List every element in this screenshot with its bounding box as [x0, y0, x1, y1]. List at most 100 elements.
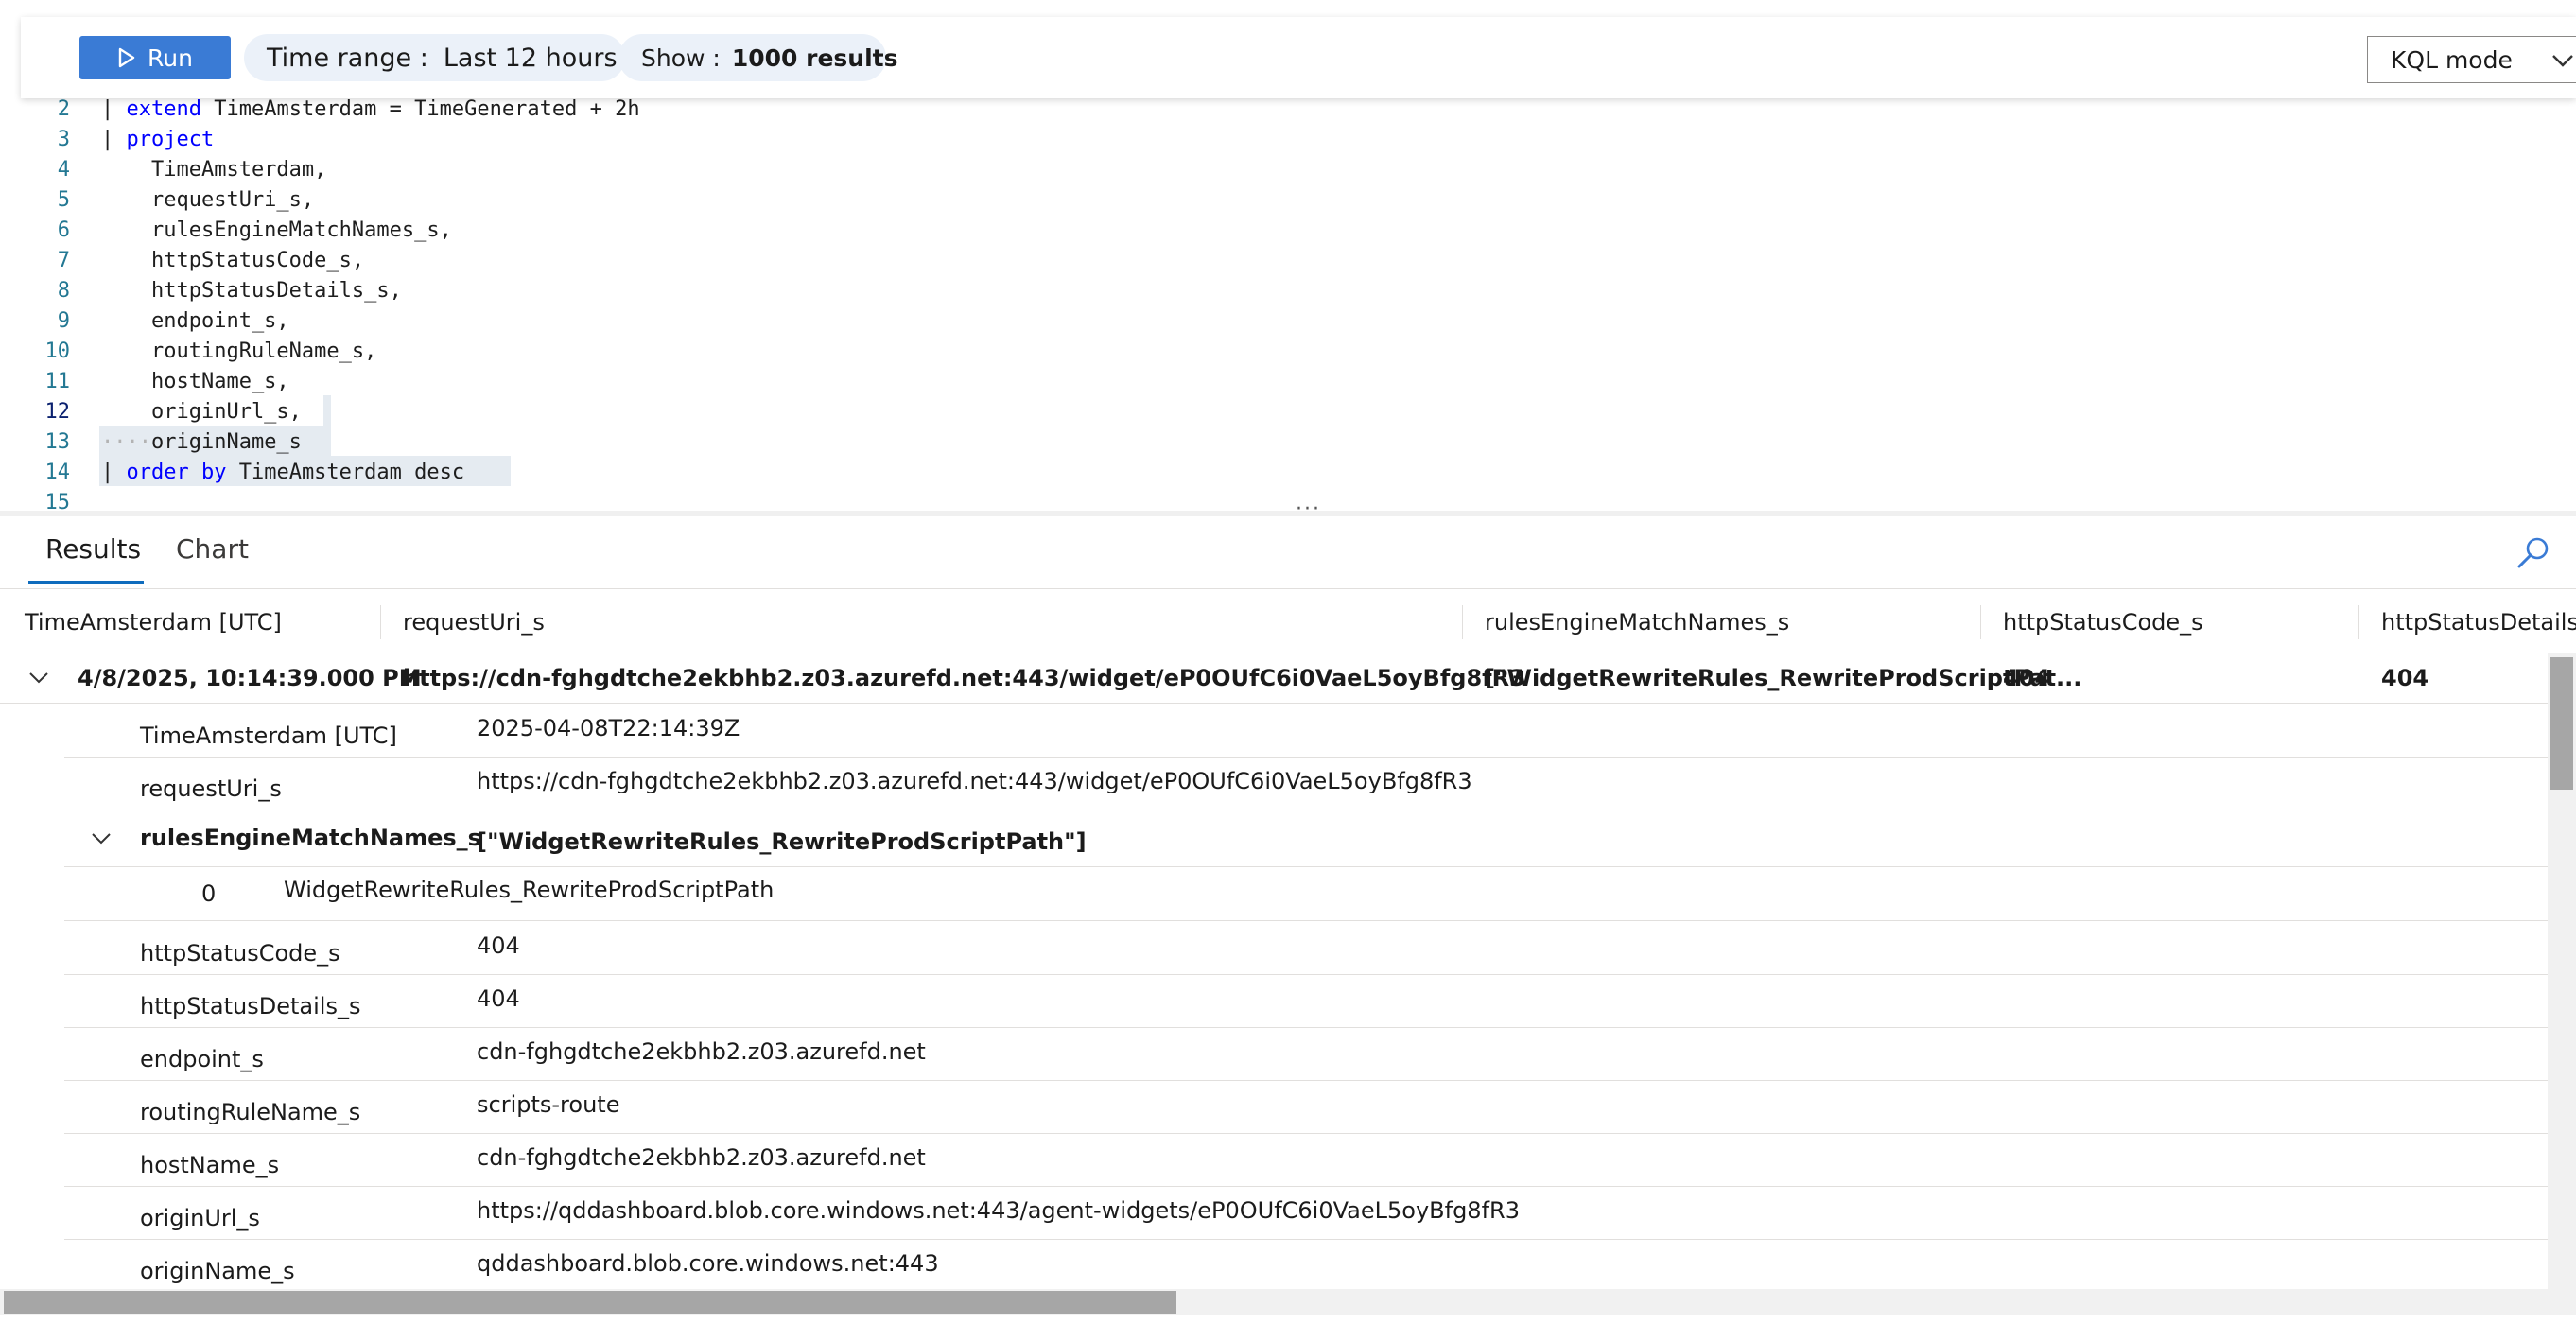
detail-value: https://cdn-fghgdtche2ekbhb2.z03.azurefd… [477, 768, 1472, 794]
code-keyword: extend [126, 98, 201, 121]
detail-key: requestUri_s [140, 775, 282, 802]
vertical-scrollbar[interactable] [2548, 653, 2576, 1289]
code-text: | extend TimeAmsterdam = TimeGenerated +… [101, 98, 640, 125]
code-line[interactable]: 9 endpoint_s, [0, 306, 2576, 337]
detail-row-request-uri: requestUri_s https://cdn-fghgdtche2ekbhb… [64, 757, 2548, 810]
table-row[interactable]: 4/8/2025, 10:14:39.000 PM https://cdn-fg… [0, 653, 2548, 704]
line-number: 3 [57, 128, 70, 151]
cell-request-uri: https://cdn-fghgdtche2ekbhb2.z03.azurefd… [403, 665, 1525, 691]
detail-key: httpStatusDetails_s [140, 993, 361, 1019]
chevron-down-icon[interactable] [91, 832, 112, 845]
line-number: 7 [57, 249, 70, 272]
detail-row-status-code: httpStatusCode_s 404 [64, 921, 2548, 975]
code-line[interactable]: 12 originUrl_s, [0, 397, 2576, 427]
show-value: 1000 results [731, 44, 898, 72]
code-token: | [101, 461, 127, 484]
column-header-rules[interactable]: rulesEngineMatchNames_s [1485, 609, 1789, 636]
line-number: 13 [44, 430, 71, 454]
detail-value: 404 [477, 932, 520, 959]
tab-results[interactable]: Results [45, 533, 141, 565]
detail-key: originUrl_s [140, 1205, 260, 1231]
code-line[interactable]: 13 ····originName_s [0, 427, 2576, 458]
cell-rules: ["WidgetRewriteRules_RewriteProdScriptPa… [1485, 665, 2082, 691]
result-limit-picker[interactable]: Show : 1000 results [618, 34, 897, 81]
query-editor[interactable]: 2 | extend TimeAmsterdam = TimeGenerated … [0, 98, 2576, 511]
cell-status-details: 404 [2381, 665, 2429, 691]
code-line[interactable]: 2 | extend TimeAmsterdam = TimeGenerated … [0, 98, 2576, 125]
code-token: httpStatusDetails_s, [101, 279, 402, 303]
column-divider[interactable] [1980, 605, 1981, 639]
time-range-picker[interactable]: Time range : Last 12 hours [244, 34, 625, 81]
line-number: 5 [57, 188, 70, 212]
show-label: Show : [641, 44, 721, 72]
horizontal-scrollbar[interactable] [0, 1289, 2576, 1315]
detail-value: scripts-route [477, 1091, 620, 1118]
code-line[interactable]: 7 httpStatusCode_s, [0, 246, 2576, 276]
time-range-label: Time range : [267, 43, 428, 73]
column-header-status-details[interactable]: httpStatusDetails_s [2381, 609, 2576, 636]
detail-row-origin-url: originUrl_s https://qddashboard.blob.cor… [64, 1186, 2548, 1240]
column-header-status-code[interactable]: httpStatusCode_s [2003, 609, 2203, 636]
detail-value: 404 [477, 985, 520, 1012]
detail-value: qddashboard.blob.core.windows.net:443 [477, 1250, 939, 1277]
code-line[interactable]: 15 [0, 488, 2576, 511]
code-token: originName_s [150, 430, 302, 454]
detail-value: https://qddashboard.blob.core.windows.ne… [477, 1197, 1520, 1224]
code-line[interactable]: 14 | order by TimeAmsterdam desc [0, 458, 2576, 488]
vertical-scrollbar-thumb[interactable] [2550, 657, 2573, 790]
horizontal-scrollbar-thumb[interactable] [4, 1291, 1176, 1314]
code-text: requestUri_s, [101, 185, 314, 216]
detail-value: cdn-fghgdtche2ekbhb2.z03.azurefd.net [477, 1144, 926, 1171]
code-line[interactable]: 3 | project [0, 125, 2576, 155]
detail-key: originName_s [140, 1258, 295, 1284]
code-keyword: order by [126, 461, 227, 484]
line-number: 8 [57, 279, 70, 303]
column-header-time[interactable]: TimeAmsterdam [UTC] [25, 609, 282, 636]
column-divider[interactable] [380, 605, 381, 639]
tab-chart[interactable]: Chart [176, 533, 249, 565]
code-text: httpStatusCode_s, [101, 246, 364, 276]
grid-header: TimeAmsterdam [UTC] requestUri_s rulesEn… [0, 590, 2576, 653]
detail-row-rules[interactable]: rulesEngineMatchNames_s ["WidgetRewriteR… [64, 810, 2548, 867]
run-button[interactable]: Run [79, 36, 231, 79]
query-toolbar: Run Time range : Last 12 hours Show : 10… [21, 17, 2576, 98]
cell-time: 4/8/2025, 10:14:39.000 PM [78, 665, 422, 691]
results-tabs: Results Chart [0, 518, 2576, 589]
code-line[interactable]: 8 httpStatusDetails_s, [0, 276, 2576, 306]
column-divider[interactable] [2358, 605, 2359, 639]
detail-key: rulesEngineMatchNames_s [140, 825, 481, 851]
code-token: endpoint_s, [101, 309, 289, 333]
code-token: httpStatusCode_s, [101, 249, 365, 272]
run-label: Run [148, 44, 193, 72]
code-line[interactable]: 6 rulesEngineMatchNames_s, [0, 216, 2576, 246]
code-text: routingRuleName_s, [101, 337, 376, 367]
chevron-down-icon [2552, 55, 2573, 67]
code-token: originUrl_s, [101, 400, 302, 424]
kql-mode-dropdown[interactable]: KQL mode [2367, 36, 2576, 83]
search-icon[interactable] [2515, 535, 2551, 571]
code-keyword: project [126, 128, 215, 151]
code-text: | order by TimeAmsterdam desc [101, 458, 464, 488]
kql-mode-label: KQL mode [2391, 45, 2513, 74]
code-line[interactable]: 4 TimeAmsterdam, [0, 155, 2576, 185]
code-token: TimeAmsterdam, [101, 158, 327, 182]
editor-results-splitter[interactable] [0, 511, 2576, 516]
detail-key: TimeAmsterdam [UTC] [140, 723, 397, 749]
line-number: 2 [57, 98, 70, 121]
column-divider[interactable] [1462, 605, 1463, 639]
code-text: ····originName_s [101, 427, 302, 458]
code-line[interactable]: 5 requestUri_s, [0, 185, 2576, 216]
line-number: 11 [44, 370, 71, 393]
code-token: rulesEngineMatchNames_s, [101, 218, 452, 242]
detail-row-host-name: hostName_s cdn-fghgdtche2ekbhb2.z03.azur… [64, 1133, 2548, 1187]
chevron-down-icon[interactable] [28, 671, 49, 685]
code-line[interactable]: 10 routingRuleName_s, [0, 337, 2576, 367]
line-number: 9 [57, 309, 70, 333]
line-number: 12 [44, 400, 71, 424]
column-header-request-uri[interactable]: requestUri_s [403, 609, 545, 636]
code-line[interactable]: 11 hostName_s, [0, 367, 2576, 397]
line-number: 15 [44, 491, 71, 511]
detail-row-status-details: httpStatusDetails_s 404 [64, 974, 2548, 1028]
code-text: originUrl_s, [101, 397, 302, 427]
code-token: routingRuleName_s, [101, 340, 377, 363]
